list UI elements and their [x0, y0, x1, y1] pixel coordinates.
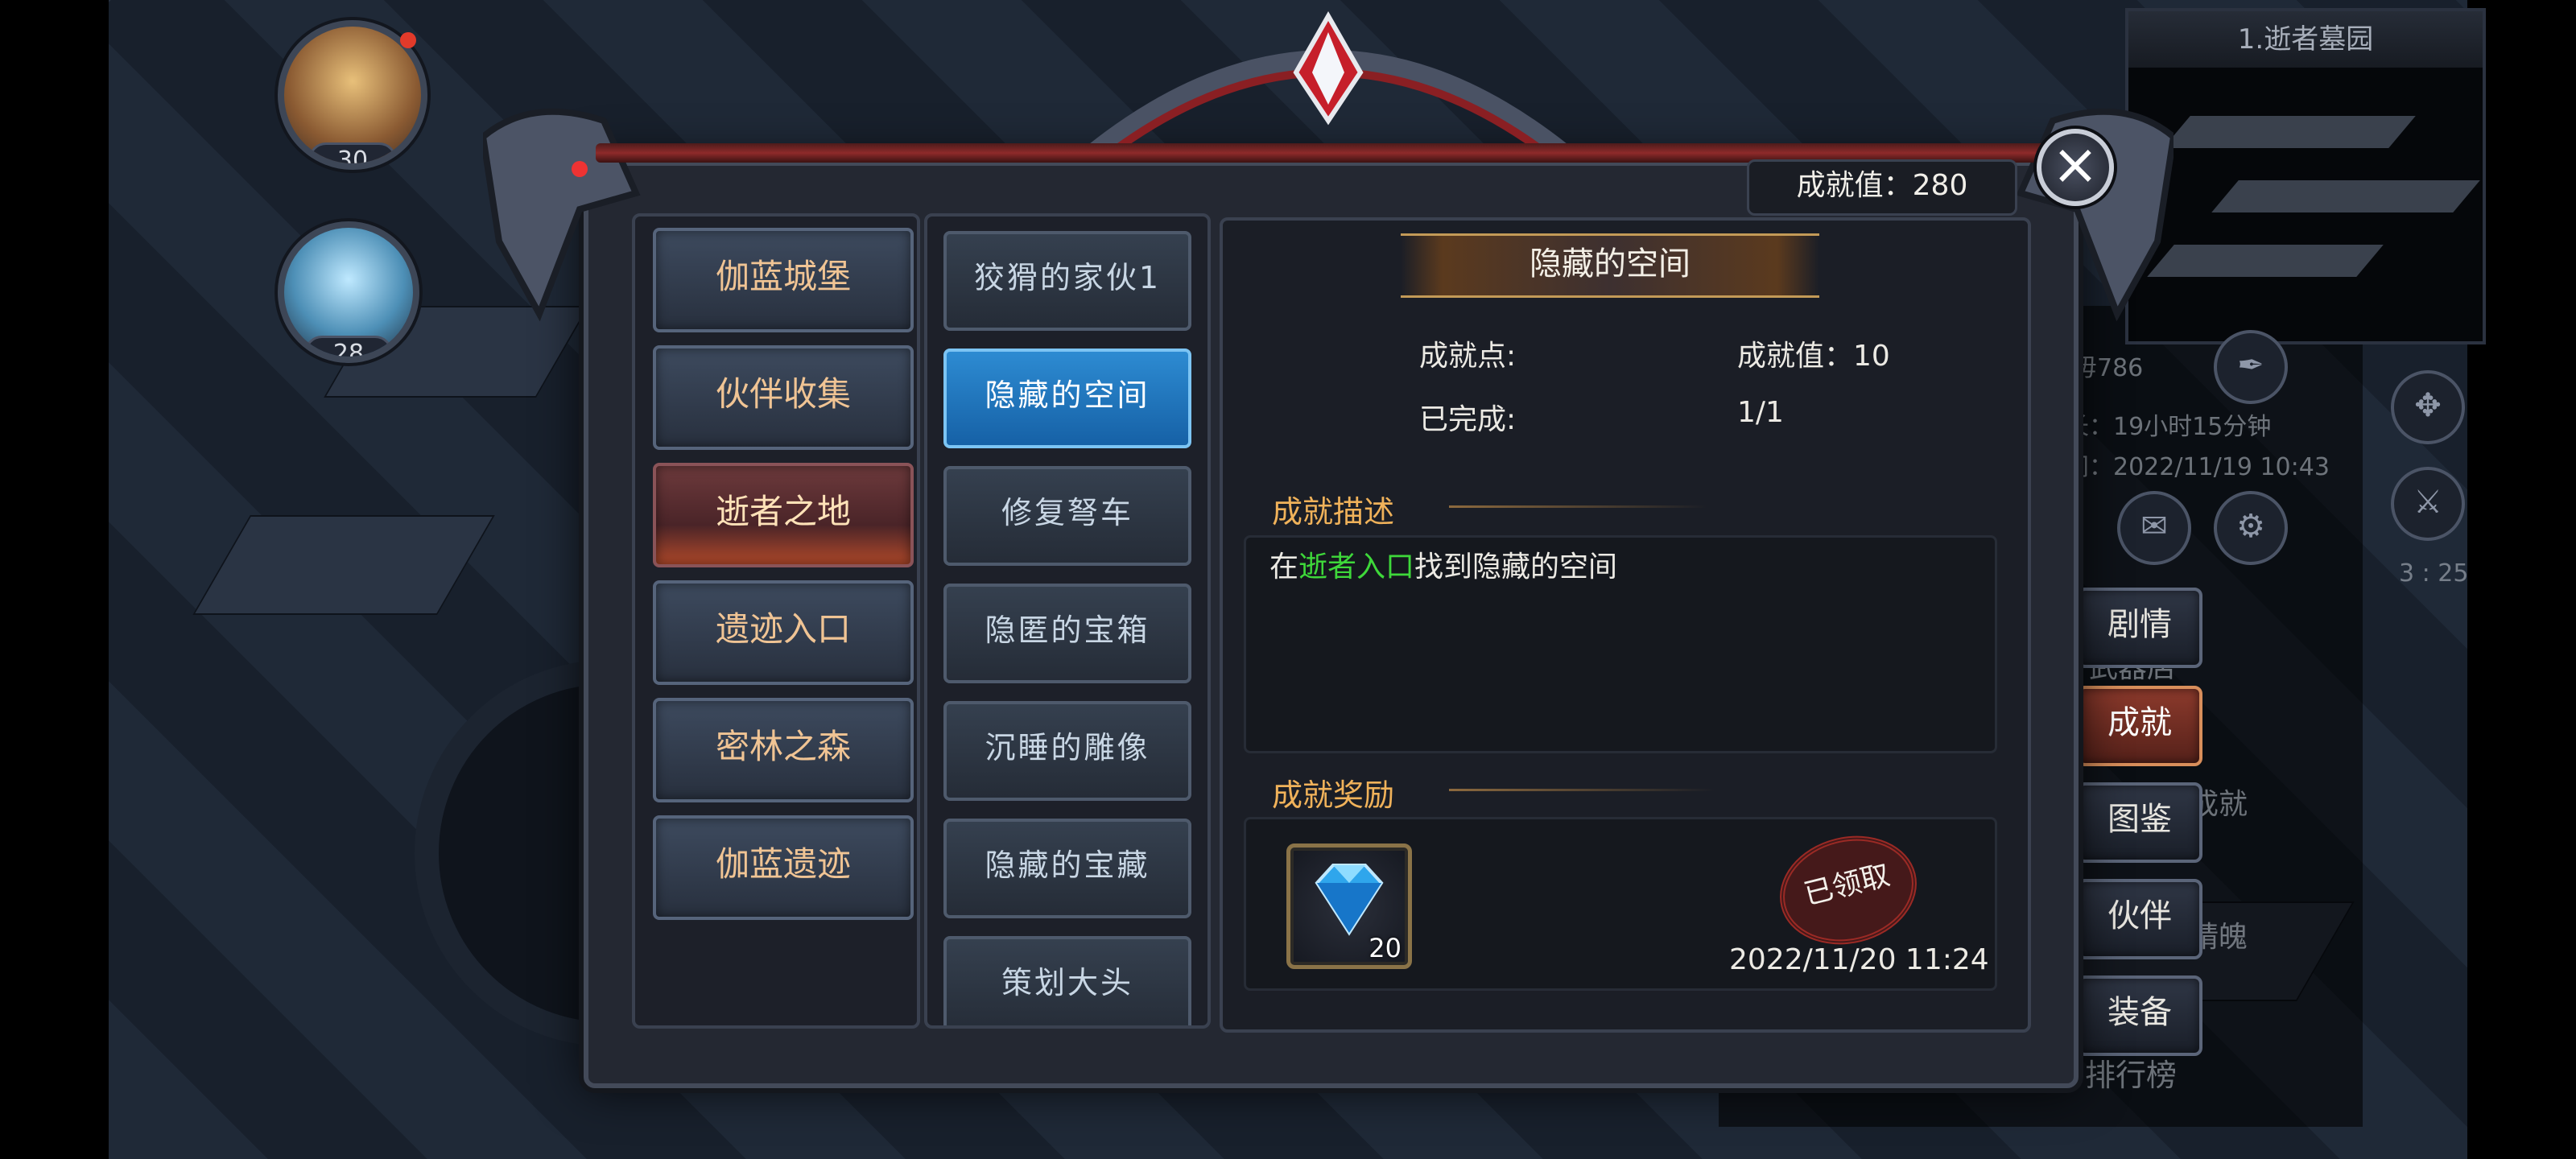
category-galan-castle[interactable]: 伽蓝城堡: [653, 228, 914, 332]
category-ruins-entrance[interactable]: 遗迹入口: [653, 580, 914, 685]
ranking-label: 排行榜: [2085, 1058, 2178, 1093]
close-icon: ×: [2051, 131, 2099, 197]
category-land-of-departed[interactable]: 逝者之地: [653, 463, 914, 567]
close-button[interactable]: ×: [2037, 129, 2114, 206]
achievement-item[interactable]: 修复弩车: [943, 466, 1191, 566]
claim-timestamp: 2022/11/20 11:24: [1729, 943, 1989, 976]
achievement-item[interactable]: 策划大头: [943, 936, 1191, 1025]
compass-icon[interactable]: ✥: [2391, 370, 2465, 444]
completion-label: 已完成:: [1419, 403, 1517, 436]
tab-equipment[interactable]: 装备: [2077, 975, 2202, 1056]
quill-icon[interactable]: ✒: [2214, 330, 2288, 404]
hero-portrait-2[interactable]: 28: [278, 221, 419, 363]
crossed-swords-icon[interactable]: ⚔: [2391, 467, 2465, 541]
achievement-item[interactable]: 沉睡的雕像: [943, 701, 1191, 801]
achievement-item-selected[interactable]: 隐藏的空间: [943, 349, 1191, 448]
player-name-fragment: 毋786: [2073, 354, 2144, 382]
achievement-item[interactable]: 隐藏的宝藏: [943, 819, 1191, 918]
reward-item-slot[interactable]: 20: [1286, 843, 1412, 969]
tab-achievement[interactable]: 成就: [2077, 686, 2202, 766]
category-dense-forest[interactable]: 密林之森: [653, 698, 914, 802]
reward-heading: 成就奖励: [1272, 777, 1395, 813]
location-highlight: 逝者入口: [1298, 551, 1415, 584]
diamond-icon: [1315, 864, 1384, 936]
notification-dot: [400, 32, 416, 48]
achievement-title: 隐藏的空间: [1401, 233, 1819, 298]
reward-quantity: 20: [1368, 933, 1402, 963]
total-achievement-score: 成就值：280: [1747, 159, 2017, 216]
category-galan-ruins[interactable]: 伽蓝遗迹: [653, 815, 914, 920]
description-heading: 成就描述: [1272, 494, 1395, 530]
online-duration-fragment: 长：19小时15分钟: [2065, 413, 2272, 441]
settings-icon[interactable]: ⚙: [2214, 491, 2288, 565]
section-divider: [1449, 505, 1707, 508]
mail-icon[interactable]: ✉: [2117, 491, 2191, 565]
minimap[interactable]: 1.逝者墓园: [2125, 8, 2486, 344]
achievement-item[interactable]: 隐匿的宝箱: [943, 584, 1191, 683]
achievement-item[interactable]: 狡猾的家伙1: [943, 231, 1191, 331]
tab-partner[interactable]: 伙伴: [2077, 879, 2202, 959]
section-divider: [1449, 789, 1715, 791]
category-list: 伽蓝城堡 伙伴收集 逝者之地 遗迹入口 密林之森 伽蓝遗迹: [632, 213, 920, 1029]
completion-value: 1/1: [1737, 396, 1784, 429]
points-value: 成就值：10: [1737, 340, 1890, 373]
login-time-fragment: 间：2022/11/19 10:43: [2065, 453, 2330, 481]
tab-story[interactable]: 剧情: [2077, 588, 2202, 668]
points-label: 成就点:: [1419, 340, 1517, 373]
minimap-title: 1.逝者墓园: [2128, 11, 2483, 68]
countdown-timer: 3 : 25: [2399, 559, 2469, 588]
description-text: 在逝者入口找到隐藏的空间: [1269, 551, 1618, 584]
achievement-list[interactable]: 狡猾的家伙1 隐藏的空间 修复弩车 隐匿的宝箱 沉睡的雕像 隐藏的宝藏 策划大头: [924, 213, 1211, 1029]
category-partner-collection[interactable]: 伙伴收集: [653, 345, 914, 450]
tab-codex[interactable]: 图鉴: [2077, 782, 2202, 863]
